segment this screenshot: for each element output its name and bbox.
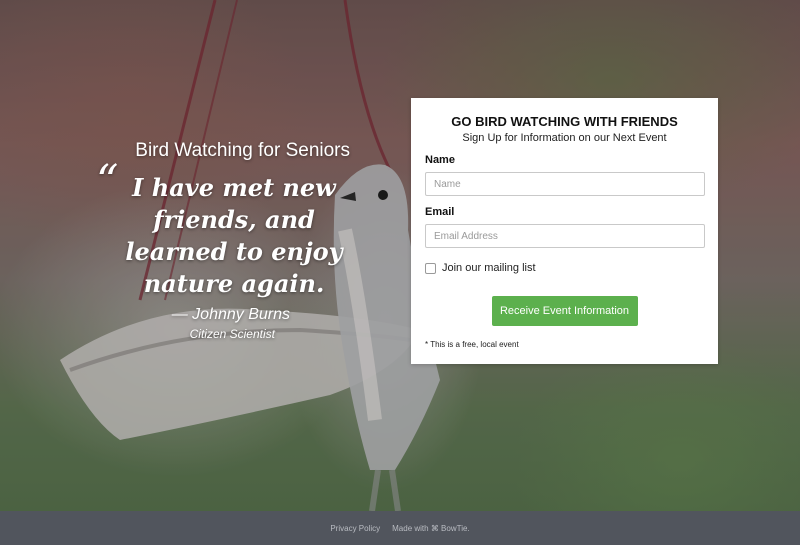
quote-mark-icon: “ xyxy=(96,156,119,207)
testimonial-author: — Johnny Burns xyxy=(171,306,290,323)
mailing-list-label: Join our mailing list xyxy=(442,262,536,274)
form-title: GO BIRD WATCHING WITH FRIENDS xyxy=(451,114,678,129)
receive-event-information-button[interactable]: Receive Event Information xyxy=(491,296,638,326)
name-label: Name xyxy=(425,154,455,166)
name-input[interactable] xyxy=(425,172,705,196)
testimonial-quote: I have met new friends, and learned to e… xyxy=(125,173,343,298)
mailing-list-checkbox[interactable] xyxy=(425,262,436,274)
email-label: Email xyxy=(425,206,455,218)
privacy-policy-link[interactable]: Privacy Policy xyxy=(330,524,380,533)
testimonial: Bird Watching for Seniors “ I have met n… xyxy=(90,140,350,341)
form-subtitle: Sign Up for Information on our Next Even… xyxy=(462,132,667,144)
hero-heading: Bird Watching for Seniors xyxy=(135,140,350,161)
signup-form: GO BIRD WATCHING WITH FRIENDS Sign Up fo… xyxy=(411,98,718,364)
fine-print: * This is a free, local event xyxy=(425,340,519,349)
testimonial-author-role: Citizen Scientist xyxy=(189,327,275,341)
email-input[interactable] xyxy=(425,224,705,248)
mailing-list-option[interactable]: Join our mailing list xyxy=(425,262,704,274)
made-with-bowtie-link[interactable]: Made with ⌘ BowTie. xyxy=(392,524,470,533)
footer: Privacy Policy Made with ⌘ BowTie. xyxy=(0,511,800,545)
